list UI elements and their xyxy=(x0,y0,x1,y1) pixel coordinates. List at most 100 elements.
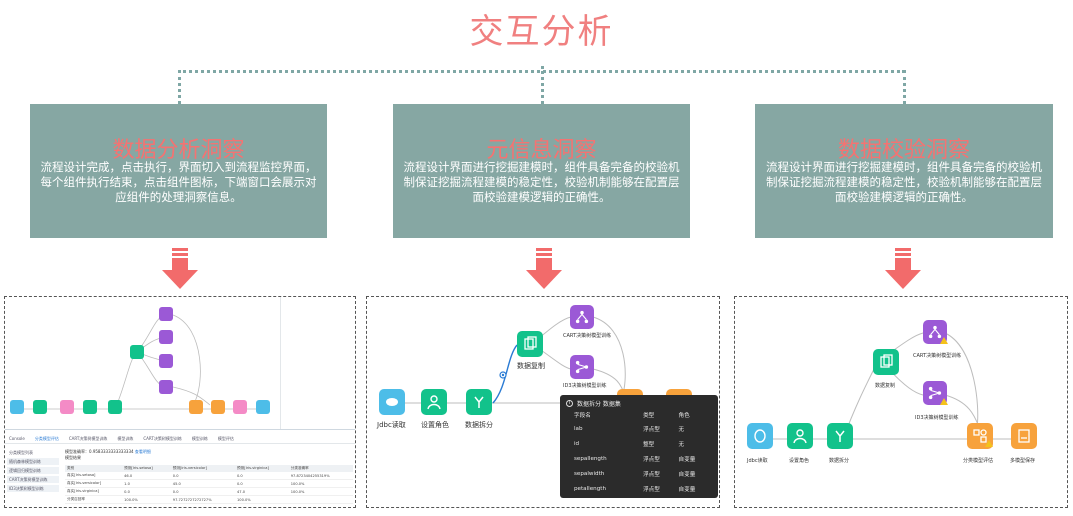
table-cell: 45.0 xyxy=(170,479,235,488)
table-row: lab 浮点型 无 xyxy=(574,421,714,436)
table-cell: id xyxy=(574,440,580,447)
node-jdbc-read[interactable] xyxy=(747,423,773,449)
node-copy[interactable] xyxy=(108,400,122,414)
warning-icon xyxy=(940,398,948,405)
tree-icon xyxy=(575,310,589,324)
node-data-copy[interactable] xyxy=(873,349,899,375)
node-label: 设置角色 xyxy=(789,458,810,464)
node-label: 分类模型评估 xyxy=(963,458,994,464)
table-cell: 真实[Iris-setosa] xyxy=(65,472,123,480)
table-header: 角色 xyxy=(678,413,690,419)
node-cart-train-2[interactable] xyxy=(159,354,173,368)
table-cell xyxy=(288,495,353,504)
user-icon xyxy=(793,429,807,444)
node-data-split[interactable] xyxy=(466,389,492,415)
model-list-header: 分类模型列表 xyxy=(9,450,33,455)
node-set-role[interactable] xyxy=(787,423,813,449)
view-detail-link[interactable]: 查看明细 xyxy=(135,449,151,454)
node-save[interactable] xyxy=(256,400,270,414)
table-cell: 浮点型 xyxy=(643,456,660,463)
card-data-validation: 数据校验洞察 流程设计界面进行挖掘建模时，组件具备完备的校验机制保证挖掘流程建模… xyxy=(755,104,1053,238)
node-label: Jdbc读取 xyxy=(377,421,406,429)
table-cell: 47.0 xyxy=(235,487,289,496)
model-list-item[interactable]: ID3决策树模型训练 xyxy=(7,485,59,492)
node-role[interactable] xyxy=(83,400,97,414)
node-multi-eval[interactable] xyxy=(233,400,247,414)
table-cell: 自变量 xyxy=(678,486,696,493)
popup-header: i 数据拆分 数据集 xyxy=(566,399,621,408)
table-row: 真实[Iris-setosa] 46.0 0.0 0.0 97.87234042… xyxy=(65,472,353,480)
node-train-2[interactable] xyxy=(159,380,173,394)
node-jdbc-read[interactable] xyxy=(10,400,24,414)
node-transform[interactable] xyxy=(33,400,47,414)
database-icon xyxy=(386,398,398,406)
node-label: 数据复制 xyxy=(875,383,896,389)
table-header: 类型 xyxy=(643,413,655,419)
card-metadata: 元信息洞察 流程设计界面进行挖掘建模时，组件具备完备的校验机制保证挖掘流程建模的… xyxy=(393,104,690,238)
table-cell: 自变量 xyxy=(678,471,696,478)
model-list-item[interactable]: 逻辑回归模型训练 xyxy=(7,467,59,474)
copy-icon xyxy=(880,354,893,368)
node-data-copy[interactable] xyxy=(130,345,144,359)
split-icon xyxy=(835,430,845,442)
node-label: CART决策树模型训练 xyxy=(563,333,612,339)
node-label: 多模型保存 xyxy=(1010,458,1036,464)
card-desc: 流程设计界面进行挖掘建模时，组件具备完备的校验机制保证挖掘流程建模的稳定性，校验… xyxy=(403,160,680,204)
node-label: Jdbc读取 xyxy=(747,458,768,464)
table-header: 预测[Iris-setosa] xyxy=(122,465,171,472)
connector-mid xyxy=(541,66,544,104)
save-icon xyxy=(1018,429,1030,443)
model-list-item[interactable]: CART决策树模型训练 xyxy=(7,476,59,483)
node-class-eval[interactable] xyxy=(189,400,203,414)
node-set-role[interactable] xyxy=(421,389,447,415)
table-cell: sepallength xyxy=(574,455,607,462)
node-jdbc-read[interactable] xyxy=(379,389,405,415)
card-desc: 流程设计界面进行挖掘建模时，组件具备完备的校验机制保证挖掘流程建模的稳定性，校验… xyxy=(766,160,1042,204)
table-cell: petallength xyxy=(574,485,606,492)
field-table: 字段名 类型 角色 lab 浮点型无 id 整型无 sepallength 浮点型 自变… xyxy=(574,409,714,496)
table-cell: 0.0 xyxy=(170,487,235,496)
table-cell: 0.0 xyxy=(235,479,289,488)
table-cell: 真实[Iris-virginica] xyxy=(65,487,123,496)
node-cart-train[interactable] xyxy=(570,305,594,329)
node-data-copy[interactable] xyxy=(517,331,543,357)
table-cell: 100.0% xyxy=(235,495,289,504)
down-arrow-icon xyxy=(162,248,198,289)
table-cell: 46.0 xyxy=(122,472,171,480)
screenshot-validation: Jdbc读取 设置角色 数据拆分 数据复制 CART决策树模型训练 ID3决策树… xyxy=(734,296,1068,508)
connector-left xyxy=(178,70,181,104)
node-data-split[interactable] xyxy=(827,423,853,449)
table-header: 类别 xyxy=(65,465,123,472)
split-icon xyxy=(474,396,484,408)
node-label: 数据拆分 xyxy=(829,458,850,464)
table-header: 预测[Iris-virginica] xyxy=(235,465,289,472)
node-label: ID3决策树模型训练 xyxy=(915,415,959,421)
tab-console[interactable]: Console xyxy=(9,436,25,441)
flow-edges xyxy=(17,314,260,410)
tab-model-eval[interactable]: 模型评估 xyxy=(218,436,234,442)
node-train-1[interactable] xyxy=(159,330,173,344)
table-cell: 100.0% xyxy=(288,487,353,496)
model-list-item[interactable]: 随机森林模型训练 xyxy=(7,458,59,465)
accuracy-text: 模型准确率：0.9583333333333334 xyxy=(65,449,134,454)
table-cell: 0.0 xyxy=(170,472,235,480)
database-icon xyxy=(754,429,766,443)
info-icon: i xyxy=(566,400,573,407)
node-model-save[interactable] xyxy=(1011,423,1037,449)
node-model-eval[interactable] xyxy=(211,400,225,414)
connector-right xyxy=(903,70,906,104)
divider xyxy=(280,297,281,429)
dataset-popup: i 数据拆分 数据集 字段名 类型 角色 lab 浮点型无 id 整型无 sepal… xyxy=(560,395,718,498)
node-id3-train[interactable] xyxy=(570,355,594,379)
tab-bar: Console 分类模型评估 CART决策树模型训练 模型训练 CART决策树模… xyxy=(5,434,355,444)
node-split[interactable] xyxy=(60,400,74,414)
tab-train-2[interactable]: 模型训练 xyxy=(192,436,208,442)
node-cart-train-1[interactable] xyxy=(159,307,173,321)
tab-train[interactable]: 模型训练 xyxy=(117,436,133,442)
tab-cart-train-2[interactable]: CART决策树模型训练 xyxy=(143,436,181,442)
tree-icon xyxy=(575,360,589,374)
tab-class-eval[interactable]: 分类模型评估 xyxy=(35,436,59,442)
tab-cart-train[interactable]: CART决策树模型训练 xyxy=(69,436,107,442)
table-header: 预测[Iris-versicolor] xyxy=(170,465,235,472)
table-cell: 浮点型 xyxy=(643,486,660,493)
